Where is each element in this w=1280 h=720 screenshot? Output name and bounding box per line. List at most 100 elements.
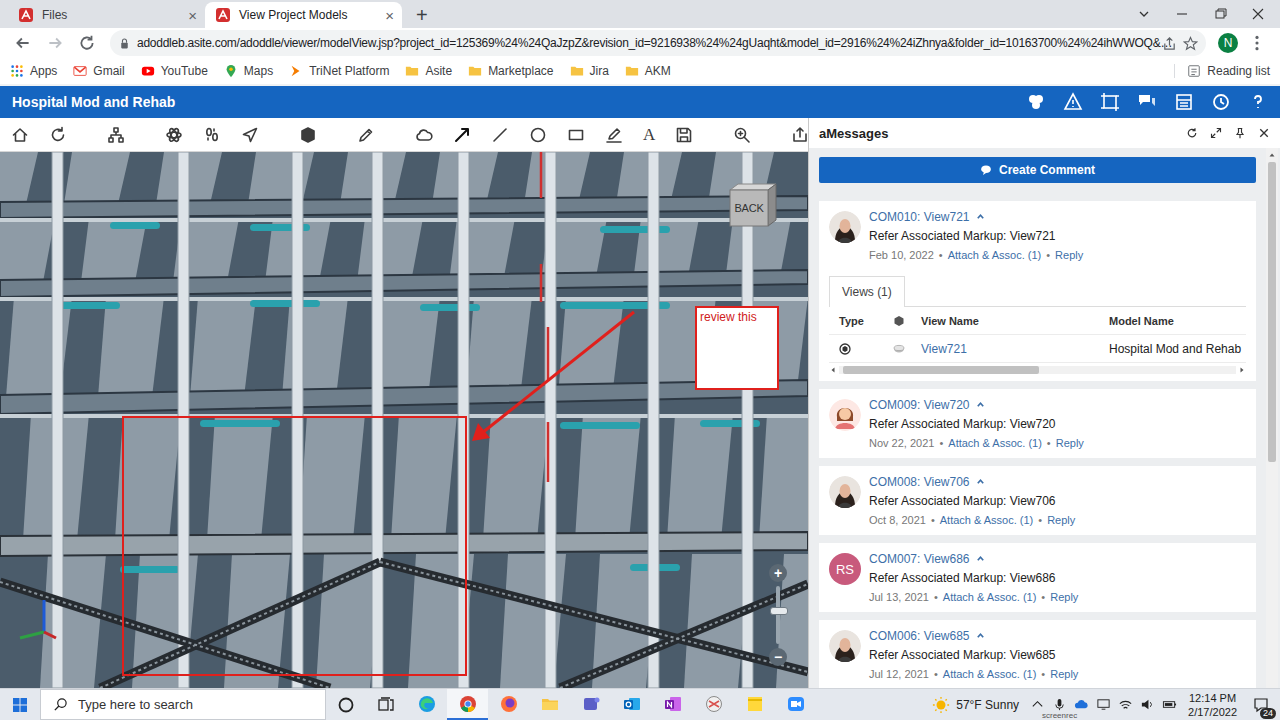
comment-id[interactable]: COM008: View706 xyxy=(869,472,1075,491)
bookmark[interactable]: AKM xyxy=(625,64,671,78)
cloud-icon[interactable] xyxy=(415,126,433,144)
taskbar-app[interactable] xyxy=(447,689,488,720)
zoom-in-button[interactable]: + xyxy=(769,564,787,582)
forward-icon[interactable] xyxy=(42,34,68,52)
collapse-icon[interactable] xyxy=(976,212,985,221)
bookmark[interactable]: Apps xyxy=(10,64,57,78)
warning-icon[interactable] xyxy=(1063,92,1083,112)
pin-icon[interactable] xyxy=(1234,127,1246,139)
browser-tab[interactable]: View Project Models× xyxy=(205,2,402,28)
lock-icon[interactable] xyxy=(118,37,131,50)
expand-icon[interactable] xyxy=(1210,127,1222,139)
text-tool-button[interactable]: A xyxy=(643,126,655,144)
view-cube[interactable]: BACK xyxy=(726,182,780,230)
maximize-icon[interactable] xyxy=(1212,6,1228,22)
comment-card[interactable]: COM009: View720Refer Associated Markup: … xyxy=(819,389,1256,458)
home-icon[interactable] xyxy=(11,126,29,144)
onedrive-icon[interactable] xyxy=(1074,697,1089,712)
refresh-icon[interactable] xyxy=(1186,127,1198,139)
bookmark[interactable]: Asite xyxy=(405,64,452,78)
collapse-icon[interactable] xyxy=(976,400,985,409)
sections-icon[interactable] xyxy=(1100,92,1120,112)
search-icon[interactable] xyxy=(733,126,751,144)
volume-icon[interactable] xyxy=(1140,697,1155,712)
taskbar-search[interactable]: Type here to search xyxy=(40,689,326,720)
markup-text-box[interactable]: review this xyxy=(695,306,779,390)
panel-icon[interactable] xyxy=(1174,92,1194,112)
zoom-track[interactable] xyxy=(776,586,780,644)
reload-icon[interactable] xyxy=(74,34,100,52)
reply-link[interactable]: Reply xyxy=(1056,437,1084,449)
comment-id[interactable]: COM007: View686 xyxy=(869,549,1078,568)
attach-link[interactable]: Attach & Assoc. (1) xyxy=(948,249,1042,261)
task-view-icon[interactable] xyxy=(366,695,406,715)
zoom-out-button[interactable]: − xyxy=(769,648,787,666)
clock-icon[interactable] xyxy=(1211,92,1231,112)
save-icon[interactable] xyxy=(675,126,693,144)
models-icon[interactable] xyxy=(1026,92,1046,112)
taskbar-app[interactable] xyxy=(570,689,611,720)
pen-icon[interactable] xyxy=(605,126,623,144)
taskbar-app[interactable] xyxy=(529,689,570,720)
comments-icon[interactable] xyxy=(1137,92,1157,112)
minimize-icon[interactable] xyxy=(1174,6,1190,22)
horizontal-scrollbar[interactable] xyxy=(829,365,1246,375)
close-icon[interactable] xyxy=(1250,6,1266,22)
profile-avatar[interactable]: N xyxy=(1218,33,1238,53)
reply-link[interactable]: Reply xyxy=(1055,249,1083,261)
walk-icon[interactable] xyxy=(203,126,221,144)
zoom-handle[interactable] xyxy=(770,607,788,615)
windows-start-icon[interactable] xyxy=(0,697,40,713)
tree-icon[interactable] xyxy=(107,126,125,144)
star-icon[interactable] xyxy=(1183,36,1198,51)
close-icon[interactable] xyxy=(1258,127,1270,139)
bookmark[interactable]: Maps xyxy=(224,64,273,78)
comment-id[interactable]: COM010: View721 xyxy=(869,207,1083,226)
model-viewer[interactable]: review thisBACK+− xyxy=(0,152,808,688)
arrow-icon[interactable] xyxy=(453,126,471,144)
comment-id[interactable]: COM009: View720 xyxy=(869,395,1084,414)
taskbar-app[interactable] xyxy=(488,689,529,720)
create-comment-button[interactable]: Create Comment xyxy=(819,157,1256,183)
tab-close-button[interactable]: × xyxy=(385,8,394,23)
tab-close-button[interactable]: × xyxy=(188,8,197,23)
views-tab[interactable]: Views (1) xyxy=(829,276,905,307)
views-table-row[interactable]: View721Hospital Mod and Rehab xyxy=(829,335,1246,363)
pencil-icon[interactable] xyxy=(357,126,375,144)
bookmark[interactable]: YouTube xyxy=(141,64,208,78)
wifi-icon[interactable] xyxy=(1118,697,1133,712)
collapse-icon[interactable] xyxy=(976,631,985,640)
notification-center[interactable]: 24 xyxy=(1248,691,1274,719)
circle-icon[interactable] xyxy=(529,126,547,144)
scroll-up-icon[interactable] xyxy=(1268,151,1276,159)
comment-id[interactable]: COM006: View685 xyxy=(869,626,1078,645)
box-icon[interactable] xyxy=(299,126,317,144)
bookmark[interactable]: Jira xyxy=(570,64,609,78)
markup-rectangle[interactable] xyxy=(122,416,467,676)
atom-icon[interactable] xyxy=(165,126,183,144)
tab-search-icon[interactable] xyxy=(1136,6,1152,22)
zoom-slider[interactable]: +− xyxy=(767,564,789,666)
scroll-right-icon[interactable] xyxy=(1238,366,1246,374)
line-icon[interactable] xyxy=(491,126,509,144)
taskbar-app[interactable] xyxy=(611,689,652,720)
menu-icon[interactable] xyxy=(1244,34,1270,52)
bookmark[interactable]: Gmail xyxy=(73,64,124,78)
navigate-icon[interactable] xyxy=(241,126,259,144)
reply-link[interactable]: Reply xyxy=(1050,668,1078,680)
collapse-icon[interactable] xyxy=(976,554,985,563)
comment-card[interactable]: COM010: View721Refer Associated Markup: … xyxy=(819,201,1256,381)
reply-link[interactable]: Reply xyxy=(1047,514,1075,526)
attach-link[interactable]: Attach & Assoc. (1) xyxy=(948,437,1042,449)
taskbar-app[interactable] xyxy=(406,689,447,720)
share-icon[interactable] xyxy=(791,126,809,144)
scroll-left-icon[interactable] xyxy=(829,366,837,374)
taskbar-app[interactable] xyxy=(775,689,816,720)
comment-card[interactable]: COM006: View685Refer Associated Markup: … xyxy=(819,620,1256,688)
view-name-link[interactable]: View721 xyxy=(921,342,1109,356)
new-tab-button[interactable]: + xyxy=(416,5,428,25)
help-icon[interactable] xyxy=(1248,92,1268,112)
bookmark[interactable]: TriNet Platform xyxy=(289,64,389,78)
show-hidden-icons-icon[interactable] xyxy=(1030,697,1045,712)
url-field[interactable]: adoddleb.asite.com/adoddle/viewer/modelV… xyxy=(110,30,1206,56)
